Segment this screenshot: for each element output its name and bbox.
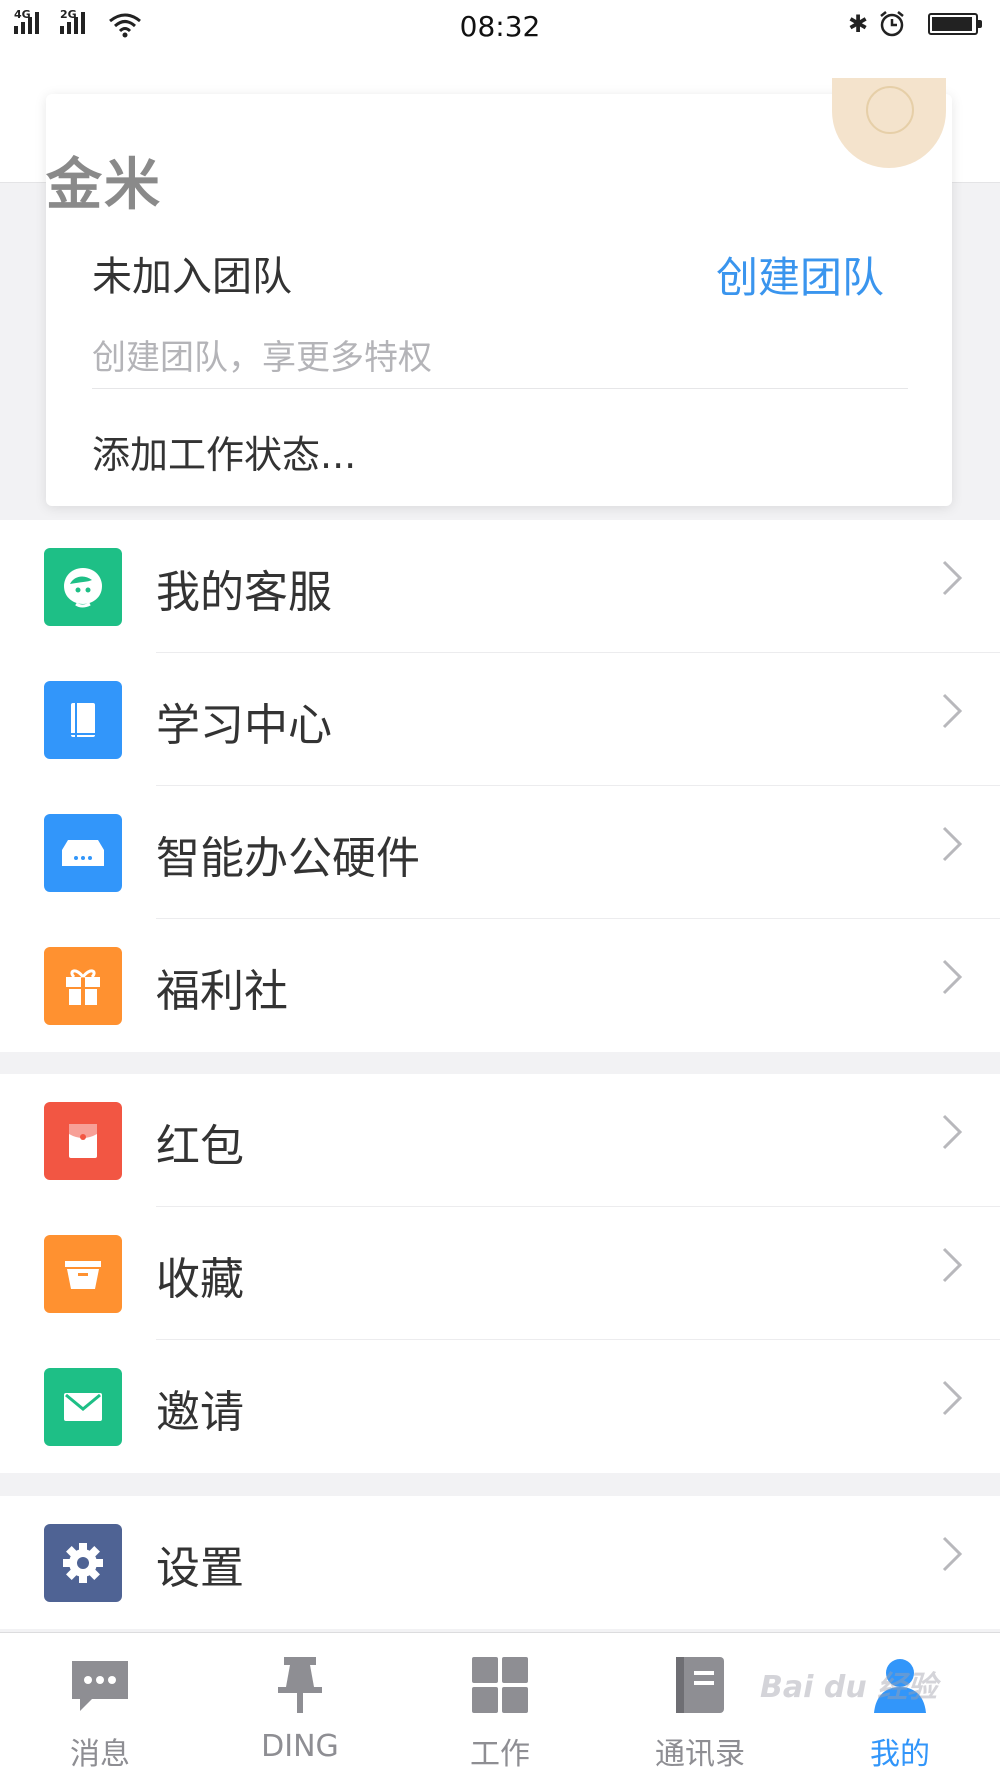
chevron-right-icon [942, 959, 963, 995]
chevron-right-icon [942, 693, 963, 729]
tab-ding[interactable]: DING [200, 1633, 400, 1779]
avatar[interactable] [832, 78, 946, 168]
gift-icon [44, 947, 122, 1025]
mail-icon [44, 1368, 122, 1446]
menu-item-label: 红包 [156, 1121, 244, 1172]
customer-service-icon [44, 548, 122, 626]
menu-item-favorites[interactable]: 收藏 [0, 1207, 1000, 1340]
favorites-icon [44, 1235, 122, 1313]
contacts-icon [676, 1657, 724, 1713]
chevron-right-icon [942, 826, 963, 862]
tab-label: 工作 [470, 1737, 530, 1772]
tab-label: 消息 [70, 1737, 130, 1772]
menu-item-label: 设置 [156, 1543, 244, 1594]
tab-messages[interactable]: 消息 [0, 1633, 200, 1779]
tab-me[interactable]: 我的 [800, 1633, 1000, 1779]
menu-item-invite[interactable]: 邀请 [0, 1340, 1000, 1473]
menu-item-settings[interactable]: 设置 [0, 1496, 1000, 1629]
team-hint: 创建团队，享更多特权 [92, 338, 432, 378]
menu-item-label: 邀请 [156, 1387, 244, 1438]
battery-icon [928, 13, 982, 35]
bluetooth-icon: ✱ [848, 10, 869, 38]
menu-item-red-envelope[interactable]: 红包 [0, 1074, 1000, 1207]
menu-item-label: 收藏 [156, 1254, 244, 1305]
tab-work[interactable]: 工作 [400, 1633, 600, 1779]
menu-item-learning-center[interactable]: 学习中心 [0, 653, 1000, 786]
menu-item-label: 我的客服 [156, 567, 332, 618]
team-status: 未加入团队 [92, 254, 292, 300]
message-icon [72, 1661, 128, 1711]
hardware-icon [44, 814, 122, 892]
menu-item-customer-service[interactable]: 我的客服 [0, 520, 1000, 653]
chevron-right-icon [942, 1380, 963, 1416]
menu-section-3: 设置 [0, 1496, 1000, 1629]
menu-item-label: 福利社 [156, 966, 288, 1017]
menu-section-2: 红包 收藏 邀请 [0, 1074, 1000, 1473]
menu-item-label: 学习中心 [156, 700, 332, 751]
book-icon [44, 681, 122, 759]
pin-icon [278, 1657, 322, 1713]
divider [92, 388, 908, 389]
status-bar: 4G 2G 08:32 ✱ [0, 0, 1000, 54]
menu-item-smart-hardware[interactable]: 智能办公硬件 [0, 786, 1000, 919]
profile-card[interactable]: 金米 未加入团队 创建团队 创建团队，享更多特权 添加工作状态... [46, 78, 952, 506]
tab-label: 我的 [870, 1737, 930, 1772]
watermark: Bai du 经验 [760, 1670, 938, 1705]
tab-label: 通讯录 [655, 1737, 745, 1772]
add-work-status[interactable]: 添加工作状态... [92, 424, 356, 479]
chevron-right-icon [942, 1114, 963, 1150]
menu-item-welfare[interactable]: 福利社 [0, 919, 1000, 1052]
profile-header: 金米 未加入团队 创建团队 创建团队，享更多特权 添加工作状态... [0, 54, 1000, 506]
gear-icon [44, 1524, 122, 1602]
tab-label: DING [261, 1729, 339, 1764]
chevron-right-icon [942, 1536, 963, 1572]
alarm-icon [880, 11, 904, 37]
user-name: 金米 [46, 153, 162, 218]
menu-section-1: 我的客服 学习中心 智能办公硬件 福利社 [0, 520, 1000, 1052]
create-team-link[interactable]: 创建团队 [716, 244, 884, 305]
chevron-right-icon [942, 560, 963, 596]
menu-item-label: 智能办公硬件 [156, 833, 420, 884]
red-envelope-icon [44, 1102, 122, 1180]
grid-icon [472, 1657, 528, 1713]
tab-contacts[interactable]: 通讯录 [600, 1633, 800, 1779]
chevron-right-icon [942, 1247, 963, 1283]
